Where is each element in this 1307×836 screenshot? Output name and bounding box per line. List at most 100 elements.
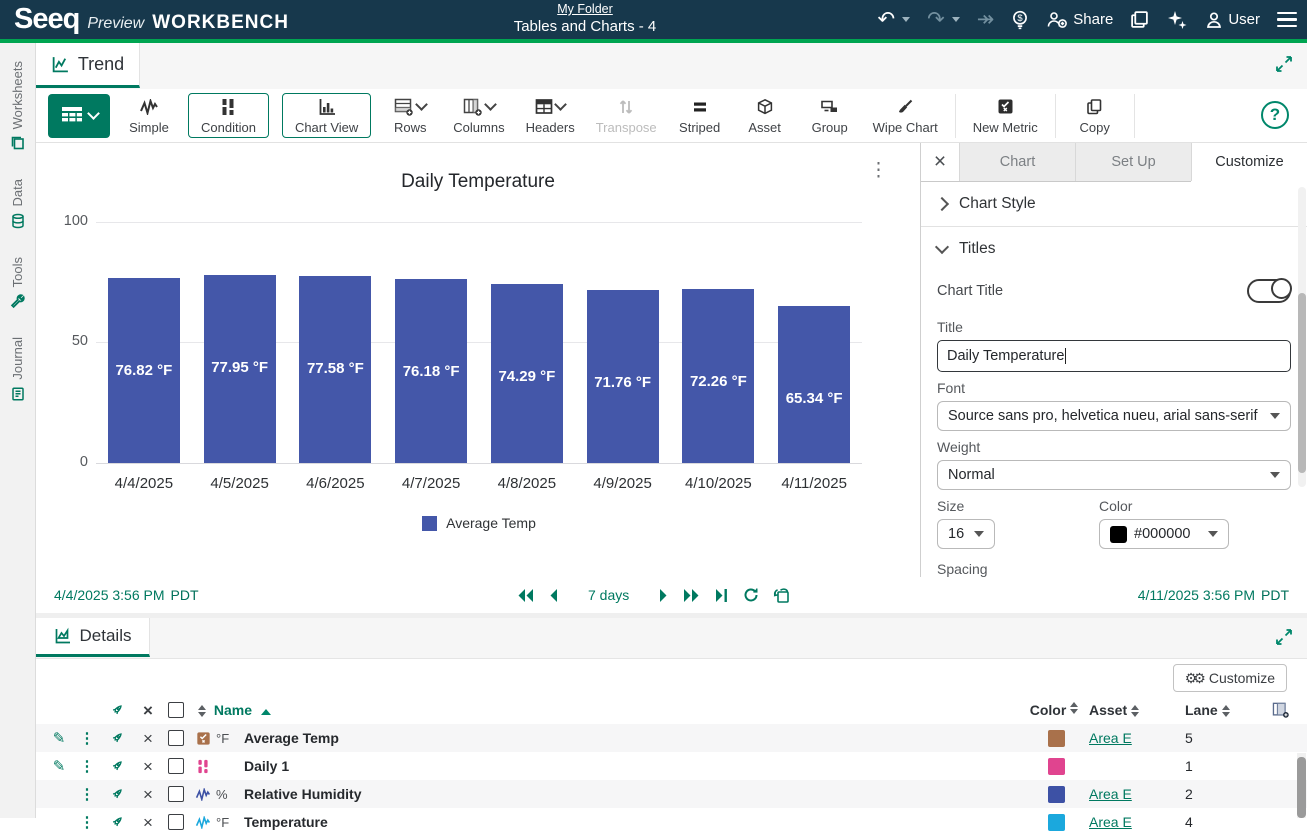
chart-bar[interactable]: 76.18 °F [395,279,467,463]
tab-details[interactable]: Details [36,618,150,657]
asset-link[interactable]: Area E [1089,730,1132,746]
edit-pencil-icon[interactable]: ✎ [53,758,66,775]
copy-button[interactable]: Copy [1069,93,1121,139]
item-name[interactable]: Relative Humidity [244,786,1023,802]
size-select[interactable]: 16 [937,519,995,549]
redo-caret-icon[interactable] [952,17,960,22]
scrollbar-thumb[interactable] [1297,757,1306,818]
color-select[interactable]: #000000 [1099,519,1229,549]
headers-button[interactable]: Headers [522,93,579,139]
refresh-button[interactable] [743,587,759,603]
details-row-relative-humidity[interactable]: ⋮ × % Relative Humidity Area E 2 [36,780,1307,808]
chart-bar[interactable]: 74.29 °F [491,284,563,463]
item-name[interactable]: Temperature [244,814,1023,830]
row-checkbox[interactable] [168,786,184,802]
group-button[interactable]: Group [804,93,856,139]
hamburger-menu-icon[interactable] [1277,12,1297,28]
forward-icon[interactable]: ↠ [977,9,995,30]
expand-trend-icon[interactable] [1275,55,1293,73]
chart-bar[interactable]: 72.26 °F [682,289,754,463]
asset-swap-icon[interactable] [100,731,134,745]
remove-item-icon[interactable]: × [134,814,162,831]
tab-trend[interactable]: Trend [36,43,140,88]
remove-item-icon[interactable]: × [134,730,162,747]
asset-swap-column-icon[interactable] [100,703,134,717]
title-input[interactable]: Daily Temperature [937,340,1291,372]
select-all-checkbox[interactable] [168,702,184,718]
undo-button[interactable]: ↶ [877,9,910,30]
row-checkbox[interactable] [168,814,184,830]
value-capture-icon[interactable]: $ [1011,10,1029,30]
section-chart-style[interactable]: Chart Style [937,182,1291,226]
color-swatch[interactable] [1048,814,1065,831]
expand-details-icon[interactable] [1275,628,1293,646]
redo-button[interactable]: ↷ [927,9,960,30]
sidebar-item-data[interactable]: Data [10,179,26,228]
chart-bar[interactable]: 77.95 °F [204,275,276,463]
sidebar-item-journal[interactable]: Journal [10,337,26,402]
view-selector-button[interactable] [48,94,110,138]
duration-label[interactable]: 7 days [588,587,629,603]
row-menu-icon[interactable]: ⋮ [80,758,95,775]
panel-scrollbar[interactable] [1298,187,1306,487]
chart-title-toggle[interactable] [1247,279,1291,303]
step-to-end-button[interactable] [715,588,729,603]
worksheets-overview-icon[interactable] [1130,10,1149,29]
user-menu[interactable]: User [1205,11,1260,29]
row-menu-icon[interactable]: ⋮ [80,814,95,831]
tab-chart[interactable]: Chart [959,143,1075,181]
step-back-full-button[interactable] [516,588,534,603]
undo-caret-icon[interactable] [902,17,910,22]
color-swatch[interactable] [1048,730,1065,747]
sort-icon[interactable] [198,705,206,717]
asset-swap-icon[interactable] [100,815,134,829]
copy-time-range-button[interactable] [773,587,790,604]
color-swatch[interactable] [1048,758,1065,775]
section-titles[interactable]: Titles [937,227,1291,271]
asset-button[interactable]: Asset [739,93,791,139]
condition-mode-button[interactable]: Condition [188,93,269,138]
details-row-temperature[interactable]: ⋮ × °F Temperature Area E 4 [36,808,1307,836]
asset-swap-icon[interactable] [100,759,134,773]
row-menu-icon[interactable]: ⋮ [80,730,95,747]
ai-assistant-icon[interactable] [1166,9,1188,31]
step-forward-half-button[interactable] [659,588,669,603]
color-swatch[interactable] [1048,786,1065,803]
scrollbar-thumb[interactable] [1298,293,1306,473]
step-back-half-button[interactable] [548,588,558,603]
range-start[interactable]: 4/4/2025 3:56 PMPDT [54,587,199,603]
tab-customize[interactable]: Customize [1191,143,1307,181]
chart-view-button[interactable]: Chart View [282,93,371,138]
help-button[interactable]: ? [1261,101,1289,129]
chart-bar[interactable]: 65.34 °F [778,306,850,463]
tab-set-up[interactable]: Set Up [1075,143,1191,181]
breadcrumb-my-folder[interactable]: My Folder [445,2,725,18]
chart-menu-button[interactable]: ⋮ [869,161,888,180]
range-end[interactable]: 4/11/2025 3:56 PMPDT [1138,587,1289,603]
row-checkbox[interactable] [168,758,184,774]
sidebar-item-tools[interactable]: Tools [10,257,26,309]
asset-link[interactable]: Area E [1089,814,1132,830]
lane-column-header[interactable]: Lane [1185,702,1255,718]
weight-select[interactable]: Normal [937,460,1291,490]
color-column-header[interactable]: Color [1023,702,1089,718]
name-column-header[interactable]: Name [214,702,252,718]
font-select[interactable]: Source sans pro, helvetica nueu, arial s… [937,401,1291,431]
striped-button[interactable]: Striped [674,93,726,139]
row-menu-icon[interactable]: ⋮ [80,786,95,803]
item-name[interactable]: Average Temp [244,730,1023,746]
chart-bar[interactable]: 77.58 °F [299,276,371,463]
remove-item-icon[interactable]: × [134,758,162,775]
asset-swap-icon[interactable] [100,787,134,801]
rows-button[interactable]: Rows [384,93,436,139]
share-button[interactable]: Share [1046,11,1113,29]
step-forward-full-button[interactable] [683,588,701,603]
details-customize-button[interactable]: ⚙⚙ Customize [1173,664,1287,692]
sidebar-item-worksheets[interactable]: Worksheets [10,61,26,151]
asset-column-header[interactable]: Asset [1089,702,1185,718]
wipe-chart-button[interactable]: Wipe Chart [869,93,942,139]
new-metric-button[interactable]: New Metric [969,93,1042,139]
details-row-average-temp[interactable]: ✎ ⋮ × °F Average Temp Area E 5 [36,724,1307,752]
chart-bar[interactable]: 76.82 °F [108,278,180,463]
row-checkbox[interactable] [168,730,184,746]
